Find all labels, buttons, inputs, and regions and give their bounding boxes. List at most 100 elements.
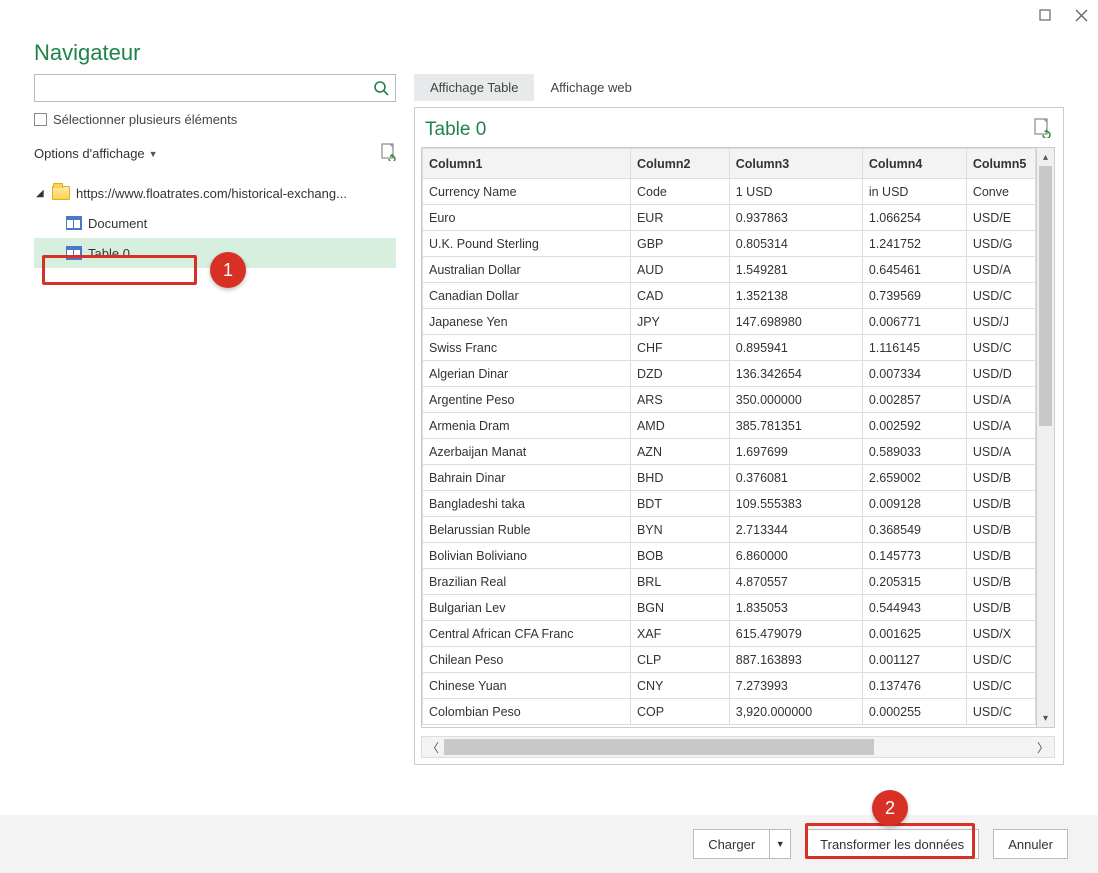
table-row[interactable]: Belarussian RubleBYN2.7133440.368549USD/… — [423, 517, 1036, 543]
column-header[interactable]: Column3 — [729, 149, 862, 179]
table-cell: USD/B — [966, 517, 1035, 543]
table-row[interactable]: Australian DollarAUD1.5492810.645461USD/… — [423, 257, 1036, 283]
scroll-up-icon[interactable]: ▴ — [1037, 148, 1054, 166]
table-cell: 0.937863 — [729, 205, 862, 231]
table-cell: 0.000255 — [862, 699, 966, 725]
table-cell: Australian Dollar — [423, 257, 631, 283]
search-icon[interactable] — [367, 75, 395, 101]
tree-item-document[interactable]: Document — [34, 208, 396, 238]
tab-web-view[interactable]: Affichage web — [534, 74, 647, 101]
table-row[interactable]: Chilean PesoCLP887.1638930.001127USD/C — [423, 647, 1036, 673]
table-cell: 0.137476 — [862, 673, 966, 699]
table-cell: 1.697699 — [729, 439, 862, 465]
column-header[interactable]: Column1 — [423, 149, 631, 179]
annotation-badge-1: 1 — [210, 252, 246, 288]
table-row[interactable]: EuroEUR0.9378631.066254USD/E — [423, 205, 1036, 231]
table-cell: BDT — [630, 491, 729, 517]
collapse-icon: ◢ — [36, 188, 46, 199]
chevron-down-icon: ▼ — [149, 149, 158, 159]
table-row[interactable]: Central African CFA FrancXAF615.4790790.… — [423, 621, 1036, 647]
scroll-thumb[interactable] — [1039, 166, 1052, 426]
table-row[interactable]: Currency NameCode1 USDin USDConve — [423, 179, 1036, 205]
table-cell: USD/C — [966, 283, 1035, 309]
table-cell: 0.007334 — [862, 361, 966, 387]
table-cell: Currency Name — [423, 179, 631, 205]
table-cell: USD/A — [966, 387, 1035, 413]
table-row[interactable]: U.K. Pound SterlingGBP0.8053141.241752US… — [423, 231, 1036, 257]
table-cell: Bangladeshi taka — [423, 491, 631, 517]
table-row[interactable]: Colombian PesoCOP3,920.0000000.000255USD… — [423, 699, 1036, 725]
table-cell: 0.001625 — [862, 621, 966, 647]
table-row[interactable]: Argentine PesoARS350.0000000.002857USD/A — [423, 387, 1036, 413]
table-cell: AZN — [630, 439, 729, 465]
scroll-down-icon[interactable]: ▾ — [1037, 709, 1054, 727]
tree-root[interactable]: ◢ https://www.floatrates.com/historical-… — [34, 178, 396, 208]
table-cell: Bulgarian Lev — [423, 595, 631, 621]
table-cell: Code — [630, 179, 729, 205]
table-cell: U.K. Pound Sterling — [423, 231, 631, 257]
refresh-preview-icon[interactable] — [1033, 118, 1051, 141]
tree-item-label: Table 0 — [88, 246, 130, 261]
maximize-button[interactable] — [1038, 8, 1052, 22]
table-cell: 0.895941 — [729, 335, 862, 361]
tab-table-view[interactable]: Affichage Table — [414, 74, 534, 101]
table-row[interactable]: Chinese YuanCNY7.2739930.137476USD/C — [423, 673, 1036, 699]
close-button[interactable] — [1074, 8, 1088, 22]
table-cell: 887.163893 — [729, 647, 862, 673]
table-cell: 350.000000 — [729, 387, 862, 413]
table-row[interactable]: Swiss FrancCHF0.8959411.116145USD/C — [423, 335, 1036, 361]
preview-title: Table 0 — [425, 119, 486, 141]
table-cell: 385.781351 — [729, 413, 862, 439]
refresh-tree-icon[interactable] — [380, 143, 396, 164]
table-icon — [66, 216, 82, 230]
table-cell: BHD — [630, 465, 729, 491]
vertical-scrollbar[interactable]: ▴ ▾ — [1037, 147, 1055, 728]
table-cell: 0.006771 — [862, 309, 966, 335]
column-header[interactable]: Column5 — [966, 149, 1035, 179]
table-cell: 1.066254 — [862, 205, 966, 231]
table-row[interactable]: Azerbaijan ManatAZN1.6976990.589033USD/A — [423, 439, 1036, 465]
table-cell: 0.376081 — [729, 465, 862, 491]
table-cell: USD/C — [966, 699, 1035, 725]
table-row[interactable]: Armenia DramAMD385.7813510.002592USD/A — [423, 413, 1036, 439]
multiselect-checkbox[interactable]: Sélectionner plusieurs éléments — [34, 112, 396, 127]
table-cell: USD/A — [966, 439, 1035, 465]
table-row[interactable]: Brazilian RealBRL4.8705570.205315USD/B — [423, 569, 1036, 595]
load-dropdown-button[interactable]: ▼ — [769, 829, 791, 859]
table-row[interactable]: Bolivian BolivianoBOB6.8600000.145773USD… — [423, 543, 1036, 569]
table-row[interactable]: Canadian DollarCAD1.3521380.739569USD/C — [423, 283, 1036, 309]
table-row[interactable]: Japanese YenJPY147.6989800.006771USD/J — [423, 309, 1036, 335]
data-grid[interactable]: Column1Column2Column3Column4Column5 Curr… — [421, 147, 1037, 728]
hscroll-thumb[interactable] — [444, 739, 874, 755]
table-cell: USD/B — [966, 569, 1035, 595]
table-cell: 0.805314 — [729, 231, 862, 257]
scroll-left-icon[interactable]: 〈 — [422, 739, 444, 756]
table-cell: 0.002592 — [862, 413, 966, 439]
tree-root-label: https://www.floatrates.com/historical-ex… — [76, 186, 347, 201]
horizontal-scrollbar[interactable]: 〈 〉 — [421, 736, 1055, 758]
column-header[interactable]: Column2 — [630, 149, 729, 179]
table-row[interactable]: Bulgarian LevBGN1.8350530.544943USD/B — [423, 595, 1036, 621]
table-icon — [66, 246, 82, 260]
table-row[interactable]: Bahrain DinarBHD0.3760812.659002USD/B — [423, 465, 1036, 491]
table-cell: 1.241752 — [862, 231, 966, 257]
column-header[interactable]: Column4 — [862, 149, 966, 179]
table-cell: CLP — [630, 647, 729, 673]
load-button[interactable]: Charger — [693, 829, 769, 859]
table-cell: USD/C — [966, 335, 1035, 361]
table-cell: Swiss Franc — [423, 335, 631, 361]
table-cell: 1.116145 — [862, 335, 966, 361]
table-row[interactable]: Bangladeshi takaBDT109.5553830.009128USD… — [423, 491, 1036, 517]
transform-data-button[interactable]: Transformer les données — [805, 829, 979, 859]
table-cell: USD/C — [966, 647, 1035, 673]
table-row[interactable]: Algerian DinarDZD136.3426540.007334USD/D — [423, 361, 1036, 387]
table-cell: USD/B — [966, 465, 1035, 491]
table-cell: GBP — [630, 231, 729, 257]
table-cell: 0.589033 — [862, 439, 966, 465]
cancel-button[interactable]: Annuler — [993, 829, 1068, 859]
search-input[interactable] — [35, 75, 367, 101]
table-cell: 1.549281 — [729, 257, 862, 283]
navigator-tree: ◢ https://www.floatrates.com/historical-… — [34, 178, 396, 268]
scroll-right-icon[interactable]: 〉 — [1032, 739, 1054, 756]
display-options-dropdown[interactable]: Options d'affichage ▼ — [34, 146, 158, 161]
